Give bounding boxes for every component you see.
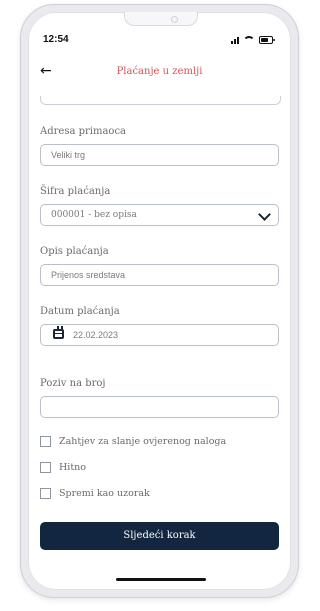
recipient-address-field[interactable]: Veliki trg — [40, 144, 279, 166]
payment-date-field[interactable]: 22.02.2023 — [40, 324, 279, 346]
next-step-button[interactable]: Sljedeći korak — [40, 522, 279, 550]
reference-number-label: Poziv na broj — [40, 378, 106, 389]
urgent-label: Hitno — [59, 462, 86, 473]
camera-dot — [171, 16, 178, 23]
reference-number-field[interactable] — [40, 396, 279, 418]
status-time: 12:54 — [43, 34, 69, 45]
payment-description-field[interactable]: Prijenos sredstava — [40, 264, 279, 286]
urgent-checkbox[interactable] — [40, 462, 51, 473]
checkbox-row-urgent[interactable]: Hitno — [40, 462, 86, 473]
signal-icon — [231, 36, 239, 44]
certified-order-checkbox[interactable] — [40, 436, 51, 447]
payment-date-label: Datum plaćanja — [40, 306, 120, 317]
payment-date-value: 22.02.2023 — [73, 330, 119, 340]
status-icons — [231, 36, 275, 44]
recipient-address-value: Veliki trg — [51, 150, 86, 160]
wifi-icon — [243, 36, 255, 44]
phone-notch — [124, 12, 198, 26]
payment-code-value: 000001 - bez opisa — [51, 210, 137, 220]
checkbox-row-save-template[interactable]: Spremi kao uzorak — [40, 488, 150, 499]
payment-code-select[interactable]: 000001 - bez opisa — [40, 204, 279, 226]
payment-description-value: Prijenos sredstava — [51, 270, 126, 280]
payment-code-label: Šifra plaćanja — [40, 186, 111, 197]
chevron-down-icon — [258, 208, 271, 221]
home-indicator — [116, 578, 206, 581]
save-template-label: Spremi kao uzorak — [59, 488, 150, 499]
payment-description-label: Opis plaćanja — [40, 246, 109, 257]
previous-field-edge — [40, 96, 281, 105]
calendar-icon — [53, 326, 64, 339]
recipient-address-label: Adresa primaoca — [40, 126, 127, 137]
checkbox-row-certified-order[interactable]: Zahtjev za slanje ovjerenog naloga — [40, 436, 226, 447]
save-template-checkbox[interactable] — [40, 488, 51, 499]
certified-order-label: Zahtjev za slanje ovjerenog naloga — [59, 436, 227, 447]
phone-frame: 12:54 ← Plaćanje u zemlji Adresa primaoc… — [20, 4, 299, 598]
battery-icon — [259, 36, 275, 44]
page-title: Plaćanje u zemlji — [116, 66, 203, 77]
app-screen: 12:54 ← Plaćanje u zemlji Adresa primaoc… — [28, 12, 291, 590]
